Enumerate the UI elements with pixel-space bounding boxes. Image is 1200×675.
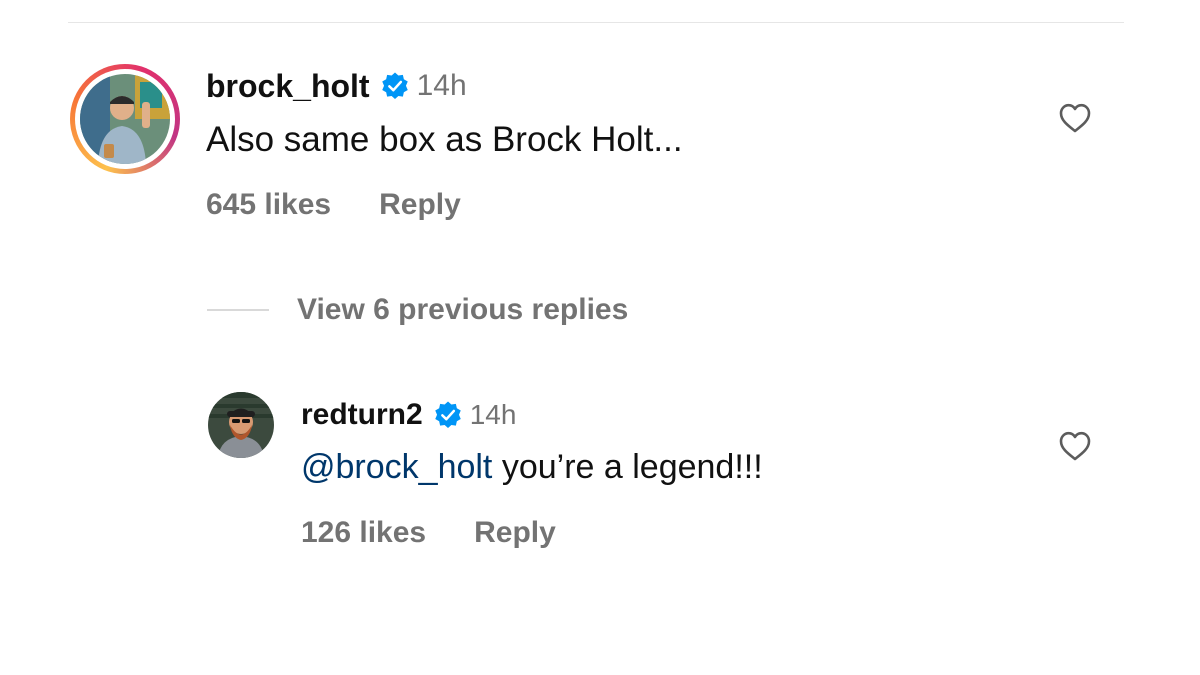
view-previous-replies-button[interactable]: View 6 previous replies [207,288,628,332]
comment-body: you’re a legend!!! [492,448,763,486]
avatar [80,74,170,164]
comment-item: brock_holt 14h Also same box as Brock Ho… [70,64,1130,234]
username-link[interactable]: redturn2 [301,398,423,432]
comment-timestamp: 14h [416,69,467,102]
likes-count[interactable]: 645 likes [206,188,331,222]
reply-button[interactable]: Reply [474,516,556,550]
heart-outline-icon[interactable] [1058,102,1092,134]
username-link[interactable]: brock_holt [206,68,370,105]
comment-header: brock_holt 14h [206,66,467,106]
replies-divider-line [207,309,269,311]
comment-body: Also same box as Brock Holt... [206,120,683,159]
mention-link[interactable]: @brock_holt [301,448,492,486]
avatar-story-ring[interactable] [70,64,180,174]
view-replies-label: View 6 previous replies [297,293,629,326]
heart-outline-icon[interactable] [1058,430,1092,462]
comment-text: @brock_holt you’re a legend!!! [301,448,763,487]
verified-badge-icon [433,400,463,430]
comment-text: Also same box as Brock Holt... [206,120,683,160]
comment-timestamp: 14h [469,399,517,430]
comment-actions: 645 likes Reply [206,188,461,222]
comment-header: redturn2 14h [301,395,516,435]
likes-count[interactable]: 126 likes [301,516,426,550]
avatar[interactable] [208,392,274,458]
reply-button[interactable]: Reply [379,188,461,222]
comment-actions: 126 likes Reply [301,516,556,550]
reply-item: redturn2 14h @brock_holt you’re a legend… [208,392,1130,562]
top-divider [68,22,1124,23]
verified-badge-icon [380,71,410,101]
